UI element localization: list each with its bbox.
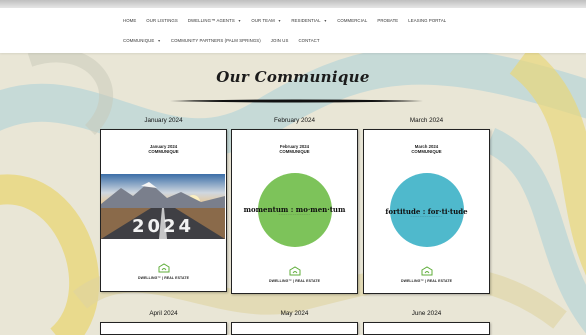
browser-top-strip (0, 0, 586, 8)
nav-dwelling-agents[interactable]: DWELLING™ AGENTS ▼ (188, 18, 242, 23)
card-title-communique: COMMUNIQUE (148, 149, 179, 154)
page-title: Our Communique (216, 68, 370, 86)
communique-card-march[interactable]: March 2024 COMMUNIQUE fortitude : for·ti… (363, 129, 490, 294)
nav-our-listings[interactable]: OUR LISTINGS (146, 18, 178, 23)
nav-label: COMMUNIQUE (123, 38, 155, 43)
chevron-down-icon: ▼ (277, 18, 282, 23)
chevron-down-icon: ▼ (237, 18, 242, 23)
communique-card-january[interactable]: January 2024 COMMUNIQUE 2024 DWELLING™ |… (100, 129, 227, 292)
nav-label: CONTACT (298, 38, 320, 43)
month-label-january: January 2024 (144, 117, 183, 124)
dwelling-logo-icon (101, 263, 226, 273)
nav-label: COMMERCIAL (337, 18, 368, 23)
circle-definition: — — — — — — — — — — — — — — (278, 214, 311, 216)
main-navigation: HOME OUR LISTINGS DWELLING™ AGENTS ▼ OUR … (0, 8, 586, 53)
circle-word: momentum : mo·men·tum (243, 205, 346, 214)
month-label-may: May 2024 (280, 310, 309, 317)
month-label-march: March 2024 (409, 117, 444, 124)
nav-label: LEASING PORTAL (408, 18, 447, 23)
card-brand: DWELLING™ | REAL ESTATE (268, 279, 321, 283)
title-divider (170, 99, 423, 103)
nav-community-partners[interactable]: COMMUNITY PARTNERS (PALM SPRINGS) (171, 38, 261, 43)
chevron-down-icon: ▼ (323, 18, 328, 23)
communique-card-may[interactable] (231, 322, 358, 335)
circle-word: fortitude : for·ti·tude (385, 207, 468, 216)
nav-commercial[interactable]: COMMERCIAL (337, 18, 367, 23)
nav-label: RESIDENTIAL (291, 18, 321, 23)
nav-label: DWELLING™ AGENTS (187, 18, 235, 23)
month-label-april: April 2024 (149, 310, 178, 317)
month-label-june: June 2024 (411, 310, 442, 317)
card-brand: DWELLING™ | REAL ESTATE (137, 276, 190, 280)
nav-row-secondary: COMMUNIQUE ▼ COMMUNITY PARTNERS (PALM SPR… (123, 38, 330, 43)
nav-leasing-portal[interactable]: LEASING PORTAL (408, 18, 446, 23)
nav-residential[interactable]: RESIDENTIAL ▼ (291, 18, 327, 23)
nav-row-primary: HOME OUR LISTINGS DWELLING™ AGENTS ▼ OUR … (123, 18, 456, 23)
month-label-february: February 2024 (274, 117, 315, 124)
card-title-communique: COMMUNIQUE (279, 149, 310, 154)
dwelling-logo-icon (364, 266, 489, 276)
nav-communique[interactable]: COMMUNIQUE ▼ (123, 38, 161, 43)
chevron-down-icon: ▼ (157, 38, 161, 43)
nav-our-team[interactable]: OUR TEAM ▼ (251, 18, 281, 23)
nav-label: OUR LISTINGS (146, 18, 178, 23)
nav-home[interactable]: HOME (123, 18, 136, 23)
card-title-communique: COMMUNIQUE (411, 149, 442, 154)
nav-probate[interactable]: PROBATE (377, 18, 398, 23)
nav-contact[interactable]: CONTACT (298, 38, 319, 43)
nav-label: PROBATE (377, 18, 399, 23)
circle-definition: — — — — — — — — — — — — — — (410, 216, 443, 218)
card-brand: DWELLING™ | REAL ESTATE (400, 279, 453, 283)
nav-label: OUR TEAM (251, 18, 275, 23)
road-2024-image: 2024 (101, 174, 225, 239)
photo-year-text: 2024 (131, 216, 195, 237)
dwelling-logo-icon (232, 266, 357, 276)
communique-card-april[interactable] (100, 322, 227, 335)
communique-card-june[interactable] (363, 322, 490, 335)
communique-card-february[interactable]: February 2024 COMMUNIQUE momentum : mo·m… (231, 129, 358, 294)
nav-label: JOIN US (270, 38, 289, 43)
nav-label: COMMUNITY PARTNERS (PALM SPRINGS) (170, 38, 261, 43)
nav-join-us[interactable]: JOIN US (271, 38, 289, 43)
nav-label: HOME (123, 18, 137, 23)
